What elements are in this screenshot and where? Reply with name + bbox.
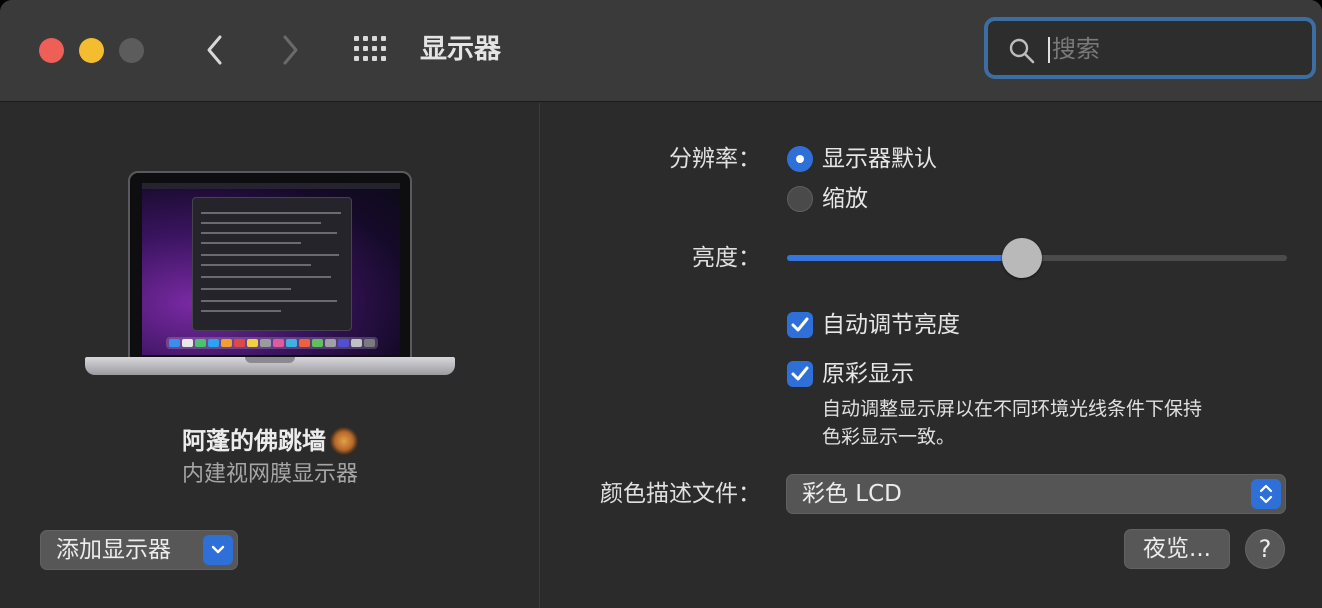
checkmark-icon <box>791 317 809 332</box>
chevron-down-icon <box>203 535 233 565</box>
true-tone-checkbox[interactable] <box>787 361 813 387</box>
zoom-window-button[interactable] <box>119 38 144 63</box>
add-display-button[interactable]: 添加显示器 <box>40 530 238 570</box>
text-cursor <box>1048 37 1050 63</box>
search-icon <box>1009 38 1035 64</box>
color-profile-value: 彩色 LCD <box>802 481 902 507</box>
chevron-up-down-icon <box>1251 479 1281 509</box>
close-window-button[interactable] <box>39 38 64 63</box>
display-name-text: 阿蓬的佛跳墙 <box>182 427 326 455</box>
auto-brightness-label[interactable]: 自动调节亮度 <box>822 308 960 342</box>
true-tone-description: 自动调整显示屏以在不同环境光线条件下保持 色彩显示一致。 <box>822 395 1292 451</box>
resolution-scaled-label[interactable]: 缩放 <box>822 182 868 216</box>
chevron-left-icon <box>207 35 222 65</box>
brightness-label: 亮度： <box>692 245 761 271</box>
true-tone-description-line1: 自动调整显示屏以在不同环境光线条件下保持 <box>822 398 1203 420</box>
brightness-slider-knob[interactable] <box>1002 238 1042 278</box>
brightness-slider-fill <box>787 255 1022 261</box>
help-button[interactable]: ? <box>1245 529 1285 569</box>
minimize-window-button[interactable] <box>79 38 104 63</box>
color-profile-select[interactable]: 彩色 LCD <box>786 474 1286 514</box>
chevron-right-icon <box>283 35 298 65</box>
resolution-default-label[interactable]: 显示器默认 <box>822 142 937 176</box>
display-type: 内建视网膜显示器 <box>181 462 358 487</box>
search-field[interactable] <box>984 17 1316 79</box>
display-name: 阿蓬的佛跳墙 <box>0 423 540 457</box>
auto-brightness-checkbox[interactable] <box>787 312 813 338</box>
night-shift-button[interactable]: 夜览... <box>1124 529 1230 569</box>
color-profile-label: 颜色描述文件： <box>600 481 761 507</box>
search-input[interactable] <box>1052 31 1302 67</box>
display-settings-panel: 分辨率： 显示器默认 缩放 亮度： 自动调节亮度 原彩显示 自动调整显示屏以在不… <box>541 103 1322 608</box>
avatar <box>330 427 358 455</box>
add-display-label: 添加显示器 <box>56 537 171 563</box>
laptop-illustration <box>85 171 455 393</box>
back-button[interactable] <box>195 30 235 70</box>
window-title: 显示器 <box>420 34 501 65</box>
resolution-default-radio[interactable] <box>787 146 813 172</box>
resolution-scaled-radio[interactable] <box>787 186 813 212</box>
display-preview-panel: 阿蓬的佛跳墙 内建视网膜显示器 添加显示器 <box>0 103 540 608</box>
resolution-label: 分辨率： <box>669 146 761 172</box>
display-preferences-window: 显示器 搜索 阿蓬的佛跳墙 内建视网膜显示器 添加显示器 分辨率： 显示器默认 … <box>0 0 1322 608</box>
true-tone-description-line2: 色彩显示一致。 <box>822 426 956 448</box>
toolbar: 显示器 <box>0 0 1322 102</box>
forward-button[interactable] <box>270 30 310 70</box>
brightness-slider[interactable] <box>787 238 1287 278</box>
true-tone-label[interactable]: 原彩显示 <box>822 357 914 391</box>
checkmark-icon <box>791 366 809 381</box>
show-all-button[interactable] <box>352 33 390 67</box>
